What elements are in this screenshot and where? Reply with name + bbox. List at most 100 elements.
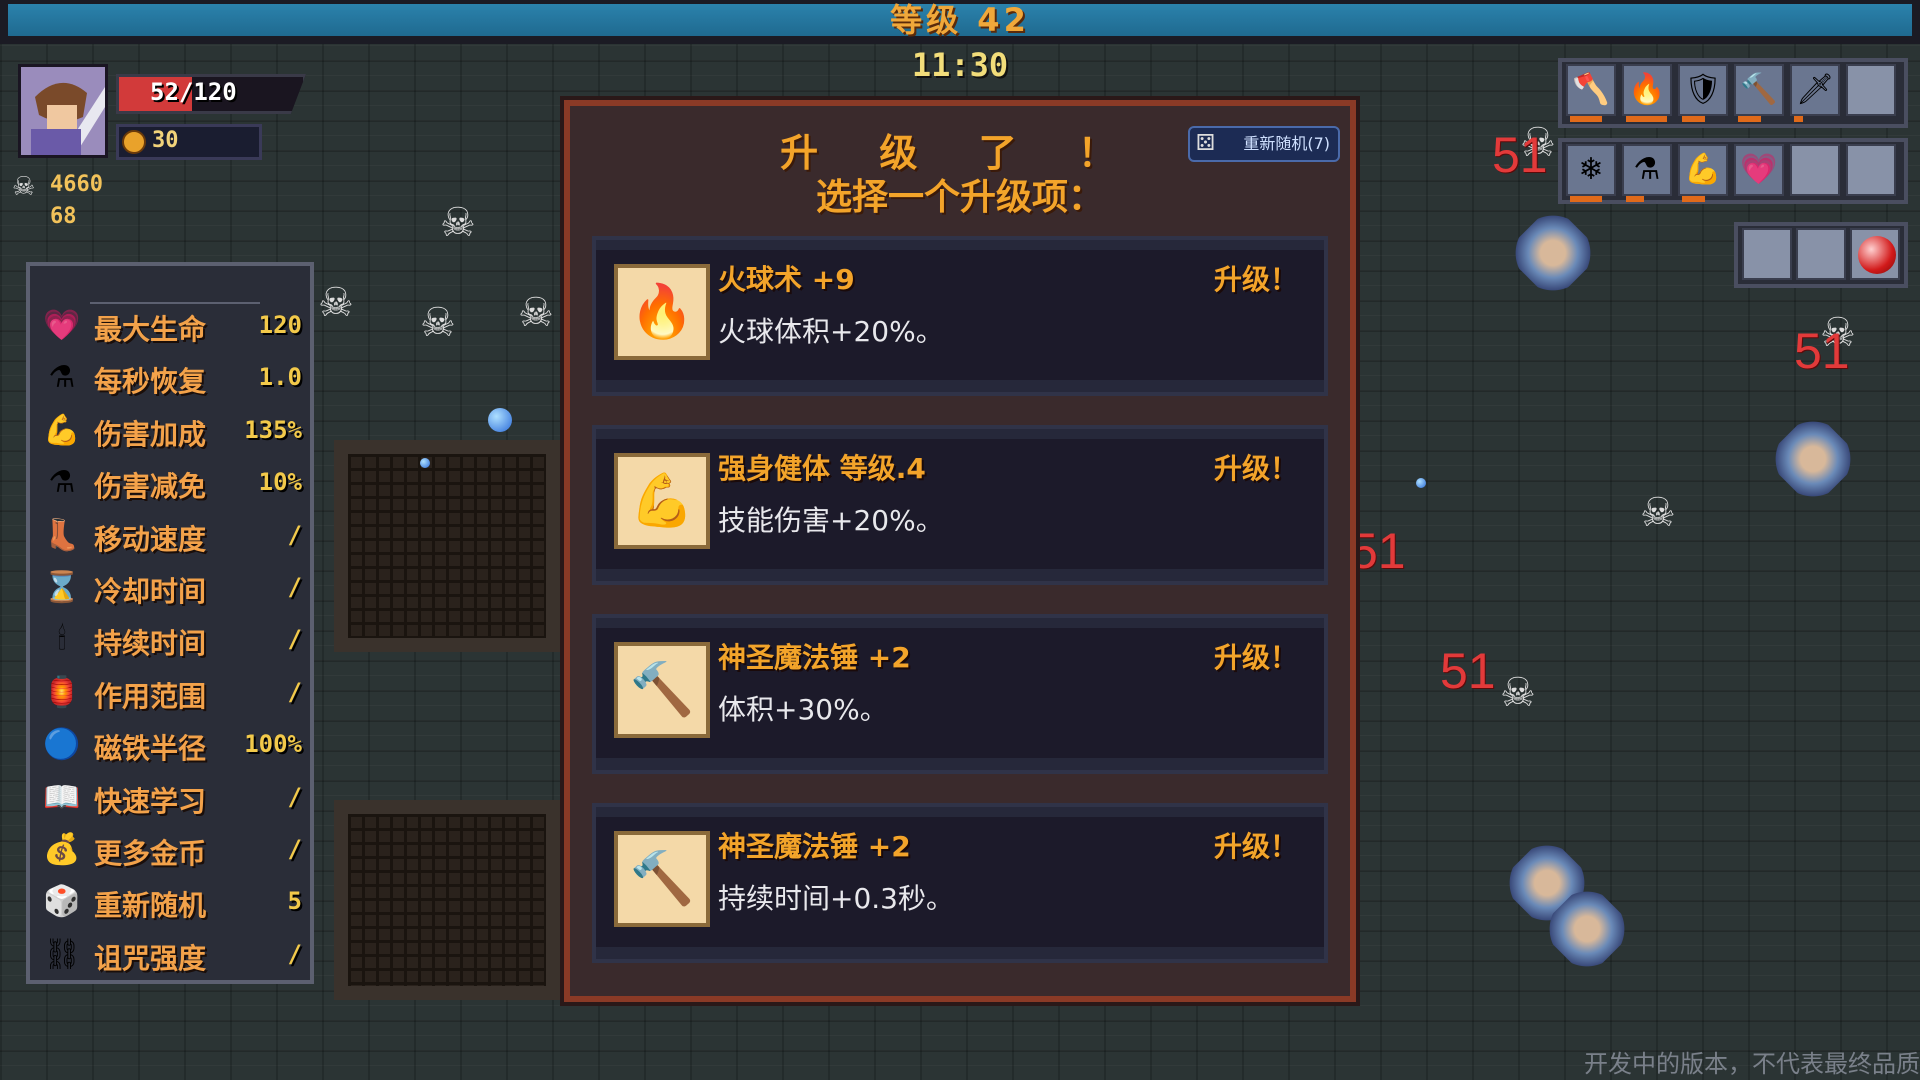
skull-icon: ☠ bbox=[12, 172, 36, 202]
stat-row: 🕯 持续时间 / bbox=[38, 616, 310, 662]
passive-slot[interactable]: ⚗ bbox=[1622, 144, 1672, 202]
skeleton-enemy: ☠ bbox=[318, 280, 354, 326]
weapon-slot[interactable]: 🔥 bbox=[1622, 64, 1672, 122]
dev-build-watermark: 开发中的版本，不代表最终品质 bbox=[1584, 1050, 1920, 1078]
stat-label: 快速学习 bbox=[94, 784, 207, 818]
lantern-icon: 🏮 bbox=[43, 674, 81, 710]
reroll-label: 重新随机(7) bbox=[1243, 134, 1330, 153]
book-icon: 📖 bbox=[43, 779, 81, 815]
potion-icon: ⚗ bbox=[1633, 152, 1661, 187]
stat-label: 最大生命 bbox=[94, 313, 207, 346]
stat-value: 135% bbox=[244, 415, 302, 444]
upgrade-badge: 升级！ bbox=[1213, 452, 1298, 485]
hammer-icon: 🔨 bbox=[1740, 72, 1778, 107]
stat-value: / bbox=[287, 573, 302, 601]
stats-panel: 💗 最大生命 120 ⚗ 每秒恢复 1.0 💪 伤害加成 135% ⚗ 伤害减免 10% 👢 移动速度 / ⌛… bbox=[26, 262, 314, 984]
item-slot-red-orb[interactable] bbox=[1850, 228, 1900, 280]
slot-level-bar bbox=[1738, 116, 1761, 122]
muscle-icon: 💪 bbox=[1684, 152, 1722, 187]
stat-label: 诅咒强度 bbox=[94, 941, 207, 975]
dagger-icon: 🗡 bbox=[1795, 72, 1835, 107]
upgrade-description: 技能伤害+20%。 bbox=[718, 504, 944, 537]
upgrade-option-card[interactable]: 🔨 神圣魔法锤 +2 升级！ 体积+30%。 bbox=[592, 614, 1328, 774]
stat-value: / bbox=[287, 625, 302, 654]
stat-value: 120 bbox=[258, 311, 302, 339]
upgrade-title: 火球术 +9 bbox=[718, 263, 855, 296]
xp-gem bbox=[420, 458, 430, 468]
skeleton-enemy: ☠ bbox=[518, 290, 554, 336]
weapon-slot[interactable]: 🔨 bbox=[1734, 64, 1784, 122]
weapon-slot[interactable]: 🗡 bbox=[1790, 64, 1840, 122]
secondary-count: 68 bbox=[50, 204, 77, 229]
upgrade-option-card[interactable]: 💪 强身健体 等级.4 升级！ 技能伤害+20%。 bbox=[592, 425, 1328, 585]
floor-grate bbox=[334, 800, 560, 1000]
slot-level-bar bbox=[1570, 116, 1603, 122]
shield-icon: 🛡 bbox=[1683, 72, 1723, 107]
hourglass-icon: ⌛ bbox=[43, 570, 81, 605]
weapon-slot[interactable] bbox=[1846, 64, 1896, 116]
upgrade-badge: 升级！ bbox=[1213, 641, 1298, 674]
upgrade-title: 神圣魔法锤 +2 bbox=[718, 830, 911, 863]
stat-row: 💰 更多金币 / bbox=[38, 826, 310, 872]
stat-row: ⚗ 伤害减免 10% bbox=[38, 459, 310, 505]
stat-label: 重新随机 bbox=[94, 889, 207, 923]
stat-label: 持续时间 bbox=[94, 627, 207, 661]
passive-slot[interactable] bbox=[1790, 144, 1840, 196]
stat-label: 更多金币 bbox=[94, 837, 207, 870]
damage-number: 51 bbox=[1794, 323, 1850, 379]
dice-icon: ⚄ bbox=[1196, 131, 1216, 156]
item-slot-empty[interactable] bbox=[1742, 228, 1792, 280]
stat-row: 💪 伤害加成 135% bbox=[38, 407, 310, 453]
xp-gem bbox=[488, 408, 512, 432]
fireball-icon: 🔥 bbox=[1628, 72, 1666, 107]
upgrade-option-card[interactable]: 🔥 火球术 +9 升级！ 火球体积+20%。 bbox=[592, 236, 1328, 396]
stat-row: 🔵 磁铁半径 100% bbox=[38, 721, 310, 767]
skeleton-enemy: ☠ bbox=[440, 200, 476, 246]
coin-icon bbox=[122, 130, 146, 154]
weapon-slot[interactable]: 🪓 bbox=[1566, 64, 1616, 122]
spinning-shield-projectile bbox=[1763, 409, 1863, 509]
upgrade-badge: 升级！ bbox=[1213, 263, 1298, 296]
player-portrait bbox=[18, 64, 108, 158]
stat-value: / bbox=[287, 520, 302, 549]
reroll-button[interactable]: ⚄ 重新随机(7) bbox=[1188, 126, 1340, 162]
upgrade-option-card[interactable]: 🔨 神圣魔法锤 +2 升级！ 持续时间+0.3秒。 bbox=[592, 803, 1328, 963]
orb-icon: 🔵 bbox=[43, 727, 81, 763]
stat-row: ⚗ 每秒恢复 1.0 bbox=[38, 354, 310, 400]
gold-amount: 30 bbox=[152, 128, 179, 153]
passive-slot[interactable]: 💗 bbox=[1734, 144, 1784, 196]
stat-value: 100% bbox=[244, 730, 302, 759]
stat-value: / bbox=[287, 939, 302, 968]
stat-value: 5 bbox=[287, 887, 302, 916]
stat-value: / bbox=[287, 835, 302, 863]
stat-row: 💗 最大生命 120 bbox=[38, 302, 310, 348]
passive-slot[interactable]: 💪 bbox=[1678, 144, 1728, 202]
passive-slot[interactable] bbox=[1846, 144, 1896, 196]
stat-label: 作用范围 bbox=[94, 679, 207, 713]
stat-value: 1.0 bbox=[258, 363, 302, 392]
stat-value: 10% bbox=[258, 468, 302, 497]
slot-level-bar bbox=[1626, 116, 1668, 122]
potion-icon: ⚗ bbox=[48, 465, 76, 501]
stat-row: ⛓ 诅咒强度 / bbox=[38, 931, 310, 977]
skeleton-enemy: ☠ bbox=[420, 300, 456, 346]
stat-label: 冷却时间 bbox=[94, 575, 207, 608]
item-slot-empty[interactable] bbox=[1796, 228, 1846, 280]
damage-number: 51 bbox=[1492, 127, 1548, 183]
heart-icon: 💗 bbox=[1740, 152, 1778, 187]
muscle-icon: 💪 bbox=[614, 453, 710, 549]
hammer-icon: 🔨 bbox=[614, 831, 710, 927]
skeleton-enemy: ☠ bbox=[1640, 490, 1676, 536]
potion-icon: ⚗ bbox=[48, 360, 76, 396]
passive-slot[interactable]: ❄ bbox=[1566, 144, 1616, 202]
upgrade-title: 神圣魔法锤 +2 bbox=[718, 641, 911, 674]
stat-row: 🎲 重新随机 5 bbox=[38, 878, 310, 924]
stat-row: 📖 快速学习 / bbox=[38, 774, 310, 820]
weapon-slot[interactable]: 🛡 bbox=[1678, 64, 1728, 122]
damage-number: 51 bbox=[1350, 523, 1406, 579]
muscle-icon: 💪 bbox=[43, 412, 81, 448]
slot-level-bar bbox=[1682, 196, 1705, 202]
bag-icon: 💰 bbox=[43, 832, 81, 867]
stat-label: 每秒恢复 bbox=[94, 365, 207, 399]
red-orb-icon bbox=[1858, 236, 1896, 274]
